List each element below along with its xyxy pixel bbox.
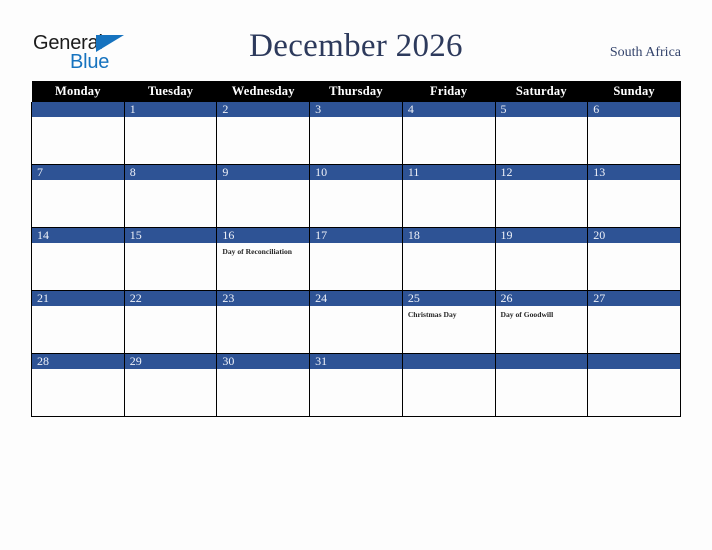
day-number: 6 [588, 102, 680, 117]
calendar-day-cell[interactable]: 26 Day of Goodwill [494, 290, 589, 354]
calendar-week-row: 7 8 9 10 11 12 13 [31, 164, 681, 228]
calendar-day-cell[interactable] [401, 353, 496, 417]
holiday-label: Christmas Day [407, 310, 457, 319]
day-number: 15 [124, 228, 217, 243]
calendar-day-cell[interactable] [587, 353, 681, 417]
calendar-day-cell[interactable]: 25 Christmas Day [401, 290, 496, 354]
weekday-header-row: Monday Tuesday Wednesday Thursday Friday… [31, 81, 681, 102]
calendar-day-cell[interactable]: 24 [309, 290, 403, 354]
day-number: 30 [217, 354, 310, 369]
day-number: 18 [402, 228, 495, 243]
day-number: 5 [495, 102, 588, 117]
day-number: 29 [124, 354, 217, 369]
calendar-day-cell[interactable] [494, 353, 589, 417]
calendar-day-cell[interactable]: 19 [494, 227, 589, 291]
calendar-day-cell[interactable]: 6 [587, 102, 681, 165]
weekday-header-wednesday: Wednesday [216, 81, 310, 102]
weekday-header-monday: Monday [31, 81, 125, 102]
day-number [402, 354, 495, 369]
page-title: December 2026 [249, 28, 463, 64]
day-number: 20 [588, 228, 680, 243]
weekday-header-saturday: Saturday [495, 81, 588, 102]
calendar-weekday-header: Monday Tuesday Wednesday Thursday Friday… [31, 81, 681, 102]
calendar-day-cell[interactable]: 16 Day of Reconciliation [216, 227, 311, 291]
day-number: 24 [310, 291, 402, 306]
calendar-day-cell[interactable]: 8 [123, 164, 218, 228]
calendar-day-cell[interactable]: 2 [216, 102, 311, 165]
calendar-day-cell[interactable]: 17 [309, 227, 403, 291]
day-number: 16 [217, 228, 310, 243]
calendar-page: General Blue December 2026 South Africa … [0, 0, 712, 550]
calendar-day-cell[interactable]: 29 [123, 353, 218, 417]
calendar-week-row: 21 22 23 24 25 Christmas Day 26 Day of Goodwill… [31, 290, 681, 354]
calendar-day-cell[interactable]: 10 [309, 164, 403, 228]
day-number: 22 [124, 291, 217, 306]
day-number [32, 102, 124, 117]
day-number: 26 [495, 291, 588, 306]
day-number [588, 354, 680, 369]
calendar-day-cell[interactable]: 15 [123, 227, 218, 291]
day-number: 23 [217, 291, 310, 306]
calendar-day-cell[interactable]: 12 [494, 164, 589, 228]
weekday-header-thursday: Thursday [309, 81, 403, 102]
calendar-day-cell[interactable]: 5 [494, 102, 589, 165]
day-number: 3 [310, 102, 402, 117]
calendar-week-row: 28 29 30 31 [31, 353, 681, 417]
calendar-day-cell[interactable]: 27 [587, 290, 681, 354]
calendar-day-cell[interactable]: 31 [309, 353, 403, 417]
calendar-day-cell[interactable]: 21 [31, 290, 125, 354]
calendar-day-cell[interactable]: 14 [31, 227, 125, 291]
calendar-day-cell[interactable]: 11 [401, 164, 496, 228]
holiday-label: Day of Goodwill [500, 310, 554, 319]
day-number: 25 [402, 291, 495, 306]
day-number: 10 [310, 165, 402, 180]
calendar-day-cell[interactable]: 9 [216, 164, 311, 228]
day-number: 4 [402, 102, 495, 117]
day-number: 13 [588, 165, 680, 180]
calendar-weeks: 1 2 3 4 5 6 7 8 9 10 11 12 13 14 15 16 Day of Reconcilia… [31, 102, 681, 417]
calendar-grid: Monday Tuesday Wednesday Thursday Friday… [31, 81, 681, 417]
calendar-day-cell[interactable]: 4 [401, 102, 496, 165]
weekday-header-tuesday: Tuesday [124, 81, 217, 102]
calendar-day-cell[interactable]: 20 [587, 227, 681, 291]
calendar-day-cell[interactable]: 13 [587, 164, 681, 228]
page-header: General Blue December 2026 South Africa [0, 0, 712, 80]
holiday-label: Day of Reconciliation [222, 247, 293, 256]
day-number: 7 [32, 165, 124, 180]
day-number: 17 [310, 228, 402, 243]
day-number: 14 [32, 228, 124, 243]
weekday-header-sunday: Sunday [587, 81, 681, 102]
country-label: South Africa [609, 45, 681, 60]
day-number: 19 [495, 228, 588, 243]
day-number: 9 [217, 165, 310, 180]
day-number: 8 [124, 165, 217, 180]
calendar-day-cell[interactable]: 23 [216, 290, 311, 354]
day-number: 11 [402, 165, 495, 180]
day-number: 21 [32, 291, 124, 306]
calendar-day-cell[interactable]: 22 [123, 290, 218, 354]
calendar-day-cell[interactable]: 7 [31, 164, 125, 228]
calendar-week-row: 123456 [31, 102, 681, 165]
day-number: 27 [588, 291, 680, 306]
day-number: 2 [217, 102, 310, 117]
calendar-week-row: 14 15 16 Day of Reconciliation 17 18 19 20 [31, 227, 681, 291]
calendar-day-cell[interactable]: 28 [31, 353, 125, 417]
calendar-day-cell[interactable] [31, 102, 125, 165]
day-number: 1 [124, 102, 217, 117]
day-number: 12 [495, 165, 588, 180]
calendar-day-cell[interactable]: 18 [401, 227, 496, 291]
weekday-header-friday: Friday [402, 81, 496, 102]
day-number [495, 354, 588, 369]
day-number: 28 [32, 354, 124, 369]
calendar-day-cell[interactable]: 1 [123, 102, 218, 165]
calendar-day-cell[interactable]: 30 [216, 353, 311, 417]
day-number: 31 [310, 354, 402, 369]
calendar-day-cell[interactable]: 3 [309, 102, 403, 165]
